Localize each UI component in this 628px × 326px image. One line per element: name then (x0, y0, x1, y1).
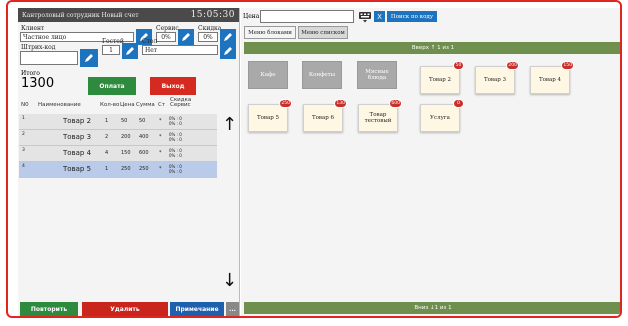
product-tile[interactable]: Товар 5 250 (248, 99, 292, 132)
price-badge: 250 (279, 99, 292, 108)
page-down-bar[interactable]: Вниз ↓1 из 1 (244, 302, 620, 314)
price-badge: 150 (561, 61, 574, 70)
table-field[interactable]: Нет (142, 45, 218, 55)
pencil-icon (182, 33, 190, 41)
barcode-label: Штрих-код (21, 44, 56, 51)
product-tile[interactable]: Товар 6 130 (303, 99, 347, 132)
edit-table-button[interactable] (220, 43, 236, 59)
note-button[interactable]: Примечание (170, 302, 224, 316)
product-tile[interactable]: Товар тестовый 600 (358, 99, 402, 132)
category-tile[interactable]: Мясные блюда (357, 61, 397, 89)
search-input[interactable] (260, 10, 354, 23)
category-tile[interactable]: Кафе (248, 61, 288, 89)
category-tile[interactable]: Конфеты (302, 61, 342, 89)
pencil-icon (224, 47, 232, 55)
col-name: Наименование (38, 102, 81, 108)
order-panel: Кантроловый сотрудник Новый счет 15:05:3… (18, 8, 240, 316)
table-row[interactable]: 3 Товар 4 4 150 600 * 0% : 0 0% : 0 (19, 146, 217, 162)
menu-panel: Цена X Поиск по коду Меню блоками Меню с… (241, 8, 620, 316)
exit-button[interactable]: Выход (150, 77, 196, 95)
col-st: Ст (158, 102, 166, 108)
delete-button[interactable]: Удалить (82, 302, 168, 316)
discount-field[interactable]: 0% (198, 32, 218, 42)
price-badge: 50 (453, 61, 464, 70)
service-label: Сервис (156, 25, 179, 32)
total-value: 1300 (21, 76, 55, 91)
table-row[interactable]: 2 Товар 3 2 200 400 * 0% : 0 0% : 0 (19, 130, 217, 146)
guests-field[interactable]: 1 (102, 45, 120, 55)
search-label: Цена (243, 13, 260, 20)
edit-barcode-button[interactable] (80, 49, 98, 67)
tab-menu-blocks[interactable]: Меню блоками (244, 26, 296, 39)
product-tile[interactable]: Товар 2 50 (420, 61, 464, 94)
client-label: Клиент (21, 25, 45, 32)
product-tile[interactable]: Товар 4 150 (530, 61, 574, 94)
tab-menu-list[interactable]: Меню списком (298, 26, 348, 39)
table-label: Стол (142, 38, 158, 45)
page-up-bar[interactable]: Вверх ↑ 1 из 1 (244, 42, 620, 54)
price-badge: 600 (389, 99, 402, 108)
product-tile[interactable]: Услуга 0 (420, 99, 464, 132)
pencil-icon (126, 47, 134, 55)
app-window: Кантроловый сотрудник Новый счет 15:05:3… (6, 0, 622, 318)
guests-label: Гостей (102, 38, 124, 45)
price-badge: 200 (506, 61, 519, 70)
col-price: Цена (120, 102, 135, 108)
barcode-field[interactable] (20, 51, 78, 65)
clear-search-button[interactable]: X (374, 11, 385, 22)
repeat-button[interactable]: Повторить (20, 302, 78, 316)
col-qty: Кол-во (100, 102, 120, 108)
table-row-selected[interactable]: 4 Товар 5 1 250 250 * 0% : 0 0% : 0 (19, 162, 217, 178)
scroll-up-arrow-icon[interactable]: ↑ (222, 114, 237, 135)
service-field[interactable]: 0% (156, 32, 176, 42)
edit-guests-button[interactable] (122, 43, 138, 59)
pencil-icon (224, 33, 232, 41)
clock: 15:05:30 (190, 10, 235, 20)
window-title: Кантроловый сотрудник Новый счет (22, 11, 139, 19)
search-by-code-button[interactable]: Поиск по коду (387, 11, 437, 22)
edit-service-button[interactable] (178, 29, 194, 45)
title-bar: Кантроловый сотрудник Новый счет 15:05:3… (18, 8, 239, 22)
table-header: N0 Наименование Кол-во Цена Сумма Ст Ски… (18, 97, 240, 112)
price-badge: 0 (453, 99, 464, 108)
product-tile[interactable]: Товар 3 200 (475, 61, 519, 94)
discount-label: Скидка (198, 25, 222, 32)
price-badge: 130 (334, 99, 347, 108)
keyboard-icon[interactable] (358, 10, 372, 23)
more-button[interactable]: ... (226, 302, 239, 316)
table-row[interactable]: 1 Товар 2 1 50 50 * 0% : 0 0% : 0 (19, 114, 217, 130)
col-disc: Скидка Сервис (170, 97, 192, 108)
col-no: N0 (21, 102, 29, 108)
pencil-icon (85, 54, 93, 62)
scroll-down-arrow-icon[interactable]: ↓ (222, 270, 237, 291)
col-sum: Сумма (136, 102, 155, 108)
pay-button[interactable]: Оплата (88, 77, 136, 95)
